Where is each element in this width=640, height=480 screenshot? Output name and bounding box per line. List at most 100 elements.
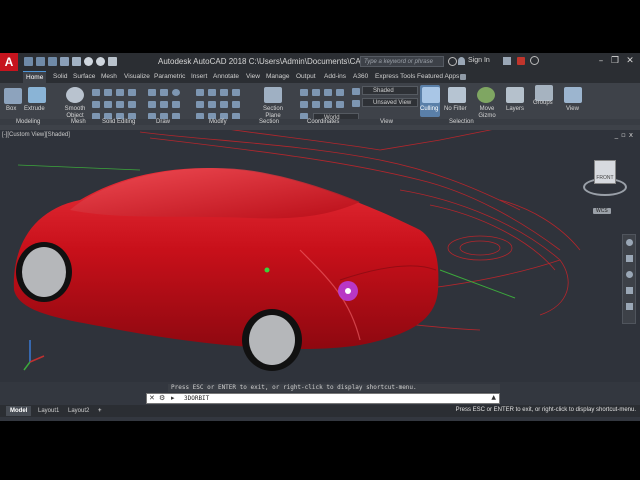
wrench-icon[interactable]: ⚙ [159, 394, 165, 402]
move-gizmo-button[interactable]: Move Gizmo [476, 106, 498, 120]
tab-layout2[interactable]: Layout2 [64, 406, 93, 416]
mesh-tool-icon[interactable] [92, 101, 100, 108]
panel-view[interactable]: View [380, 119, 393, 125]
help-icon[interactable] [530, 56, 539, 65]
solid-edit-icon[interactable] [116, 89, 124, 96]
mirror-icon[interactable] [196, 101, 204, 108]
binoculars-icon[interactable] [448, 57, 457, 66]
box-icon[interactable] [4, 88, 22, 104]
mesh-tool-icon[interactable] [92, 89, 100, 96]
showmotion-icon[interactable] [626, 303, 633, 310]
tab-annotate[interactable]: Annotate [213, 71, 239, 83]
wcs-badge[interactable]: WCS [593, 208, 611, 214]
panel-coordinates[interactable]: Coordinates [307, 119, 339, 125]
extrude-icon[interactable] [28, 87, 46, 103]
solid-edit-icon[interactable] [116, 101, 124, 108]
orbit-icon[interactable] [626, 287, 633, 294]
viewcube-face[interactable]: FRONT [594, 160, 616, 184]
layers-button[interactable]: Layers [506, 106, 524, 112]
visual-style-dropdown[interactable]: Shaded [362, 86, 418, 95]
tab-mesh[interactable]: Mesh [101, 71, 117, 83]
viewcube[interactable]: FRONT [583, 160, 627, 200]
panel-modify[interactable]: Modify [209, 119, 227, 125]
panel-modeling[interactable]: Modeling [16, 119, 40, 125]
ucs-icon[interactable] [336, 101, 344, 108]
tab-featured-apps[interactable]: Featured Apps [417, 71, 459, 83]
close-button[interactable]: ✕ [623, 55, 637, 68]
autocad-logo-icon[interactable]: A [0, 53, 18, 71]
new-file-icon[interactable] [24, 57, 33, 66]
steering-wheel-icon[interactable] [626, 239, 633, 246]
ucs-icon[interactable] [312, 101, 320, 108]
move-icon[interactable] [196, 89, 204, 96]
smooth-object-icon[interactable] [66, 87, 84, 103]
tab-layout1[interactable]: Layout1 [34, 406, 63, 416]
add-layout-button[interactable]: + [94, 406, 106, 416]
redo-icon[interactable] [96, 57, 105, 66]
tab-solid[interactable]: Solid [53, 71, 67, 83]
solid-edit-icon[interactable] [128, 89, 136, 96]
view-icon[interactable] [564, 87, 582, 103]
panel-mesh[interactable]: Mesh [71, 119, 86, 125]
fillet-icon[interactable] [208, 101, 216, 108]
no-filter-button[interactable]: No Filter [444, 106, 467, 112]
rectangle-icon[interactable] [160, 101, 168, 108]
undo-icon[interactable] [84, 57, 93, 66]
rotate-icon[interactable] [208, 89, 216, 96]
tab-parametric[interactable]: Parametric [154, 71, 185, 83]
panel-draw[interactable]: Draw [156, 119, 170, 125]
car-model-scene[interactable] [0, 130, 640, 382]
exchange-icon[interactable] [503, 57, 511, 65]
array-icon[interactable] [220, 101, 228, 108]
tab-express-tools[interactable]: Express Tools [375, 71, 415, 83]
ucs-icon[interactable] [300, 89, 308, 96]
panel-section[interactable]: Section [259, 119, 279, 125]
ucs-icon[interactable] [336, 89, 344, 96]
restore-button[interactable]: ❐ [608, 55, 622, 68]
section-plane-button[interactable]: Section Plane [260, 106, 286, 120]
circle-icon[interactable] [172, 89, 180, 96]
pan-icon[interactable] [626, 255, 633, 262]
box-button[interactable]: Box [6, 106, 16, 112]
drawing-viewport[interactable]: [-][Custom View][Shaded] _▫x FRONT WCS [0, 130, 640, 382]
stretch-icon[interactable] [232, 101, 240, 108]
panel-solid-editing[interactable]: Solid Editing [102, 119, 135, 125]
tab-add-ins[interactable]: Add-ins [324, 71, 346, 83]
search-input[interactable]: Type a keyword or phrase [360, 56, 444, 67]
tab-visualize[interactable]: Visualize [124, 71, 150, 83]
user-icon[interactable] [458, 57, 465, 65]
named-view-dropdown[interactable]: Unsaved View [362, 98, 418, 107]
command-history-toggle-icon[interactable]: ▲ [491, 394, 496, 401]
view-button[interactable]: View [566, 106, 579, 112]
move-gizmo-icon[interactable] [477, 87, 495, 103]
zoom-icon[interactable] [626, 271, 633, 278]
section-plane-icon[interactable] [264, 87, 282, 103]
ucs-icon[interactable] [324, 101, 332, 108]
ribbon-options-icon[interactable] [460, 74, 466, 80]
tab-manage[interactable]: Manage [266, 71, 290, 83]
ucs-icon[interactable] [324, 89, 332, 96]
smooth-object-button[interactable]: Smooth Object [62, 106, 88, 120]
tab-home[interactable]: Home [23, 71, 47, 83]
save-icon[interactable] [48, 57, 57, 66]
solid-edit-icon[interactable] [104, 89, 112, 96]
solid-edit-icon[interactable] [128, 101, 136, 108]
groups-button[interactable]: Groups [533, 100, 553, 106]
ucs-icon[interactable] [312, 89, 320, 96]
tab-surface[interactable]: Surface [73, 71, 95, 83]
command-line[interactable]: ✕ ⚙ ▸ 3DORBIT ▲ [146, 393, 500, 404]
groups-icon[interactable] [535, 85, 553, 101]
plot-icon[interactable] [72, 57, 81, 66]
extrude-button[interactable]: Extrude [24, 106, 45, 112]
sign-in-link[interactable]: Sign In [468, 57, 490, 64]
autodesk-store-icon[interactable] [517, 57, 525, 65]
tab-output[interactable]: Output [296, 71, 316, 83]
no-filter-icon[interactable] [448, 87, 466, 103]
tab-a360[interactable]: A360 [353, 71, 368, 83]
panel-selection[interactable]: Selection [449, 119, 474, 125]
command-input[interactable]: 3DORBIT [184, 395, 209, 402]
trim-icon[interactable] [220, 89, 228, 96]
tab-model[interactable]: Model [6, 406, 32, 416]
arc-icon[interactable] [148, 101, 156, 108]
polyline-icon[interactable] [160, 89, 168, 96]
